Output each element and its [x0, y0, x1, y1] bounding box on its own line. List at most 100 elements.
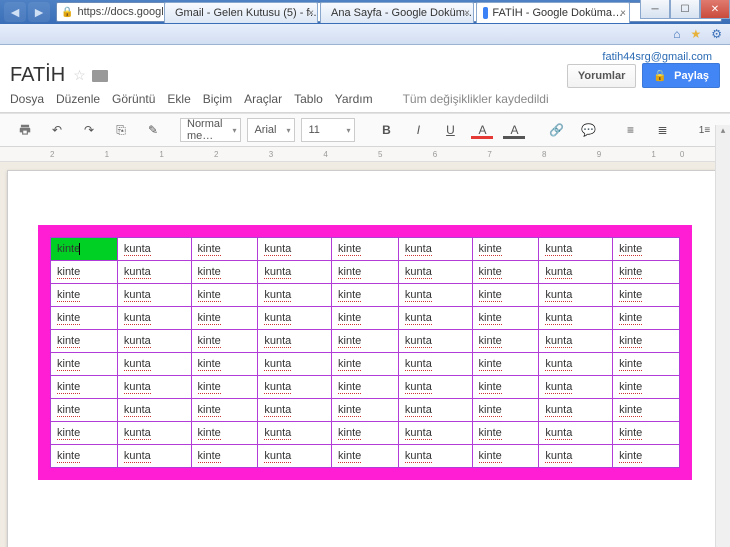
- bold-button[interactable]: B: [371, 119, 401, 141]
- table-cell[interactable]: kunta: [539, 445, 613, 468]
- document-title[interactable]: FATİH: [10, 64, 65, 87]
- link-icon[interactable]: 🔗: [541, 119, 571, 141]
- paint-format-icon[interactable]: ✎: [138, 119, 168, 141]
- table-cell[interactable]: kinte: [472, 307, 539, 330]
- table-cell[interactable]: kunta: [258, 284, 332, 307]
- table-cell[interactable]: kunta: [117, 330, 191, 353]
- table-cell[interactable]: kunta: [539, 261, 613, 284]
- table-cell[interactable]: kinte: [191, 376, 258, 399]
- table-cell[interactable]: kinte: [472, 445, 539, 468]
- print-icon[interactable]: [10, 119, 40, 141]
- table-cell[interactable]: kunta: [398, 353, 472, 376]
- table-cell[interactable]: kinte: [613, 376, 680, 399]
- table-cell[interactable]: kinte: [472, 376, 539, 399]
- table-cell[interactable]: kunta: [117, 353, 191, 376]
- table-cell[interactable]: kinte: [613, 330, 680, 353]
- align-left-icon[interactable]: ≡: [615, 119, 645, 141]
- scrollbar-vertical[interactable]: [715, 125, 730, 547]
- table-cell[interactable]: kinte: [332, 376, 399, 399]
- table-cell[interactable]: kinte: [613, 261, 680, 284]
- table-cell[interactable]: kinte: [332, 445, 399, 468]
- table-cell[interactable]: kunta: [539, 307, 613, 330]
- table-cell[interactable]: kinte: [332, 330, 399, 353]
- table-cell[interactable]: kinte: [472, 284, 539, 307]
- table[interactable]: kintekuntakintekuntakintekuntakintekunta…: [38, 225, 692, 480]
- browser-tab[interactable]: Gmail - Gelen Kutusu (5) - f… ×: [164, 2, 318, 23]
- table-cell[interactable]: kunta: [117, 445, 191, 468]
- table-cell[interactable]: kunta: [258, 422, 332, 445]
- table-cell[interactable]: kinte: [51, 353, 118, 376]
- table-cell[interactable]: kunta: [258, 353, 332, 376]
- close-button[interactable]: ✕: [700, 0, 730, 19]
- table-cell[interactable]: kinte: [51, 261, 118, 284]
- table-cell[interactable]: kunta: [398, 238, 472, 261]
- forward-button[interactable]: ►: [28, 2, 50, 22]
- favorites-icon[interactable]: ★: [690, 27, 701, 41]
- table-cell[interactable]: kunta: [117, 307, 191, 330]
- back-button[interactable]: ◄: [4, 2, 26, 22]
- table-cell[interactable]: kunta: [398, 261, 472, 284]
- table-cell[interactable]: kinte: [51, 399, 118, 422]
- table-cell[interactable]: kinte: [472, 238, 539, 261]
- table-cell[interactable]: kunta: [398, 445, 472, 468]
- table-cell[interactable]: kinte: [472, 353, 539, 376]
- table-cell[interactable]: kunta: [258, 330, 332, 353]
- table-cell[interactable]: kunta: [117, 238, 191, 261]
- table-cell[interactable]: kinte: [332, 307, 399, 330]
- table-cell[interactable]: kinte: [51, 307, 118, 330]
- share-button[interactable]: 🔒 Paylaş: [642, 63, 720, 88]
- table-cell[interactable]: kunta: [539, 330, 613, 353]
- table-cell[interactable]: kinte: [332, 284, 399, 307]
- minimize-button[interactable]: ─: [640, 0, 670, 19]
- undo-icon[interactable]: ↶: [42, 119, 72, 141]
- fontsize-select[interactable]: 11: [301, 118, 355, 142]
- table-cell[interactable]: kinte: [613, 238, 680, 261]
- gear-icon[interactable]: ⚙: [711, 27, 722, 41]
- table-cell[interactable]: kunta: [539, 353, 613, 376]
- table-cell[interactable]: kunta: [398, 307, 472, 330]
- table-cell[interactable]: kunta: [398, 284, 472, 307]
- table-cell[interactable]: kinte: [613, 353, 680, 376]
- redo-icon[interactable]: ↷: [74, 119, 104, 141]
- table-cell[interactable]: kinte: [191, 422, 258, 445]
- star-icon[interactable]: ☆: [73, 67, 86, 84]
- table-cell[interactable]: kinte: [191, 261, 258, 284]
- table-cell[interactable]: kinte: [51, 284, 118, 307]
- comments-button[interactable]: Yorumlar: [567, 64, 636, 88]
- underline-button[interactable]: U: [435, 119, 465, 141]
- table-cell[interactable]: kunta: [539, 238, 613, 261]
- table-cell[interactable]: kinte: [472, 261, 539, 284]
- table-cell[interactable]: kinte: [332, 422, 399, 445]
- table-cell[interactable]: kinte: [51, 330, 118, 353]
- table-cell[interactable]: kunta: [258, 307, 332, 330]
- table-cell[interactable]: kinte: [613, 399, 680, 422]
- table-cell[interactable]: kinte: [191, 284, 258, 307]
- copy-icon[interactable]: ⎘: [106, 119, 136, 141]
- menu-araçlar[interactable]: Araçlar: [244, 92, 282, 106]
- table-cell[interactable]: kunta: [258, 238, 332, 261]
- table-cell[interactable]: kinte: [51, 238, 118, 261]
- user-email[interactable]: fatih44srg@gmail.com: [10, 51, 720, 63]
- table-cell[interactable]: kinte: [613, 422, 680, 445]
- table-cell[interactable]: kunta: [539, 399, 613, 422]
- table-cell[interactable]: kunta: [258, 376, 332, 399]
- table-cell[interactable]: kunta: [539, 376, 613, 399]
- table-cell[interactable]: kunta: [117, 399, 191, 422]
- home-icon[interactable]: ⌂: [673, 27, 680, 41]
- menu-görüntü[interactable]: Görüntü: [112, 92, 155, 106]
- menu-düzenle[interactable]: Düzenle: [56, 92, 100, 106]
- table-cell[interactable]: kinte: [332, 353, 399, 376]
- comment-icon[interactable]: 💬: [573, 119, 603, 141]
- browser-tab[interactable]: FATİH - Google Doküma… ×: [476, 2, 630, 23]
- table-cell[interactable]: kinte: [191, 330, 258, 353]
- table-cell[interactable]: kinte: [613, 284, 680, 307]
- table-cell[interactable]: kinte: [191, 307, 258, 330]
- text-color-button[interactable]: A: [467, 119, 497, 141]
- table-cell[interactable]: kinte: [472, 422, 539, 445]
- table-cell[interactable]: kinte: [191, 238, 258, 261]
- table-cell[interactable]: kunta: [398, 399, 472, 422]
- browser-tab[interactable]: Ana Sayfa - Google Doküm… ×: [320, 2, 474, 23]
- table-cell[interactable]: kinte: [51, 445, 118, 468]
- menu-biçim[interactable]: Biçim: [203, 92, 232, 106]
- style-select[interactable]: Normal me…: [180, 118, 241, 142]
